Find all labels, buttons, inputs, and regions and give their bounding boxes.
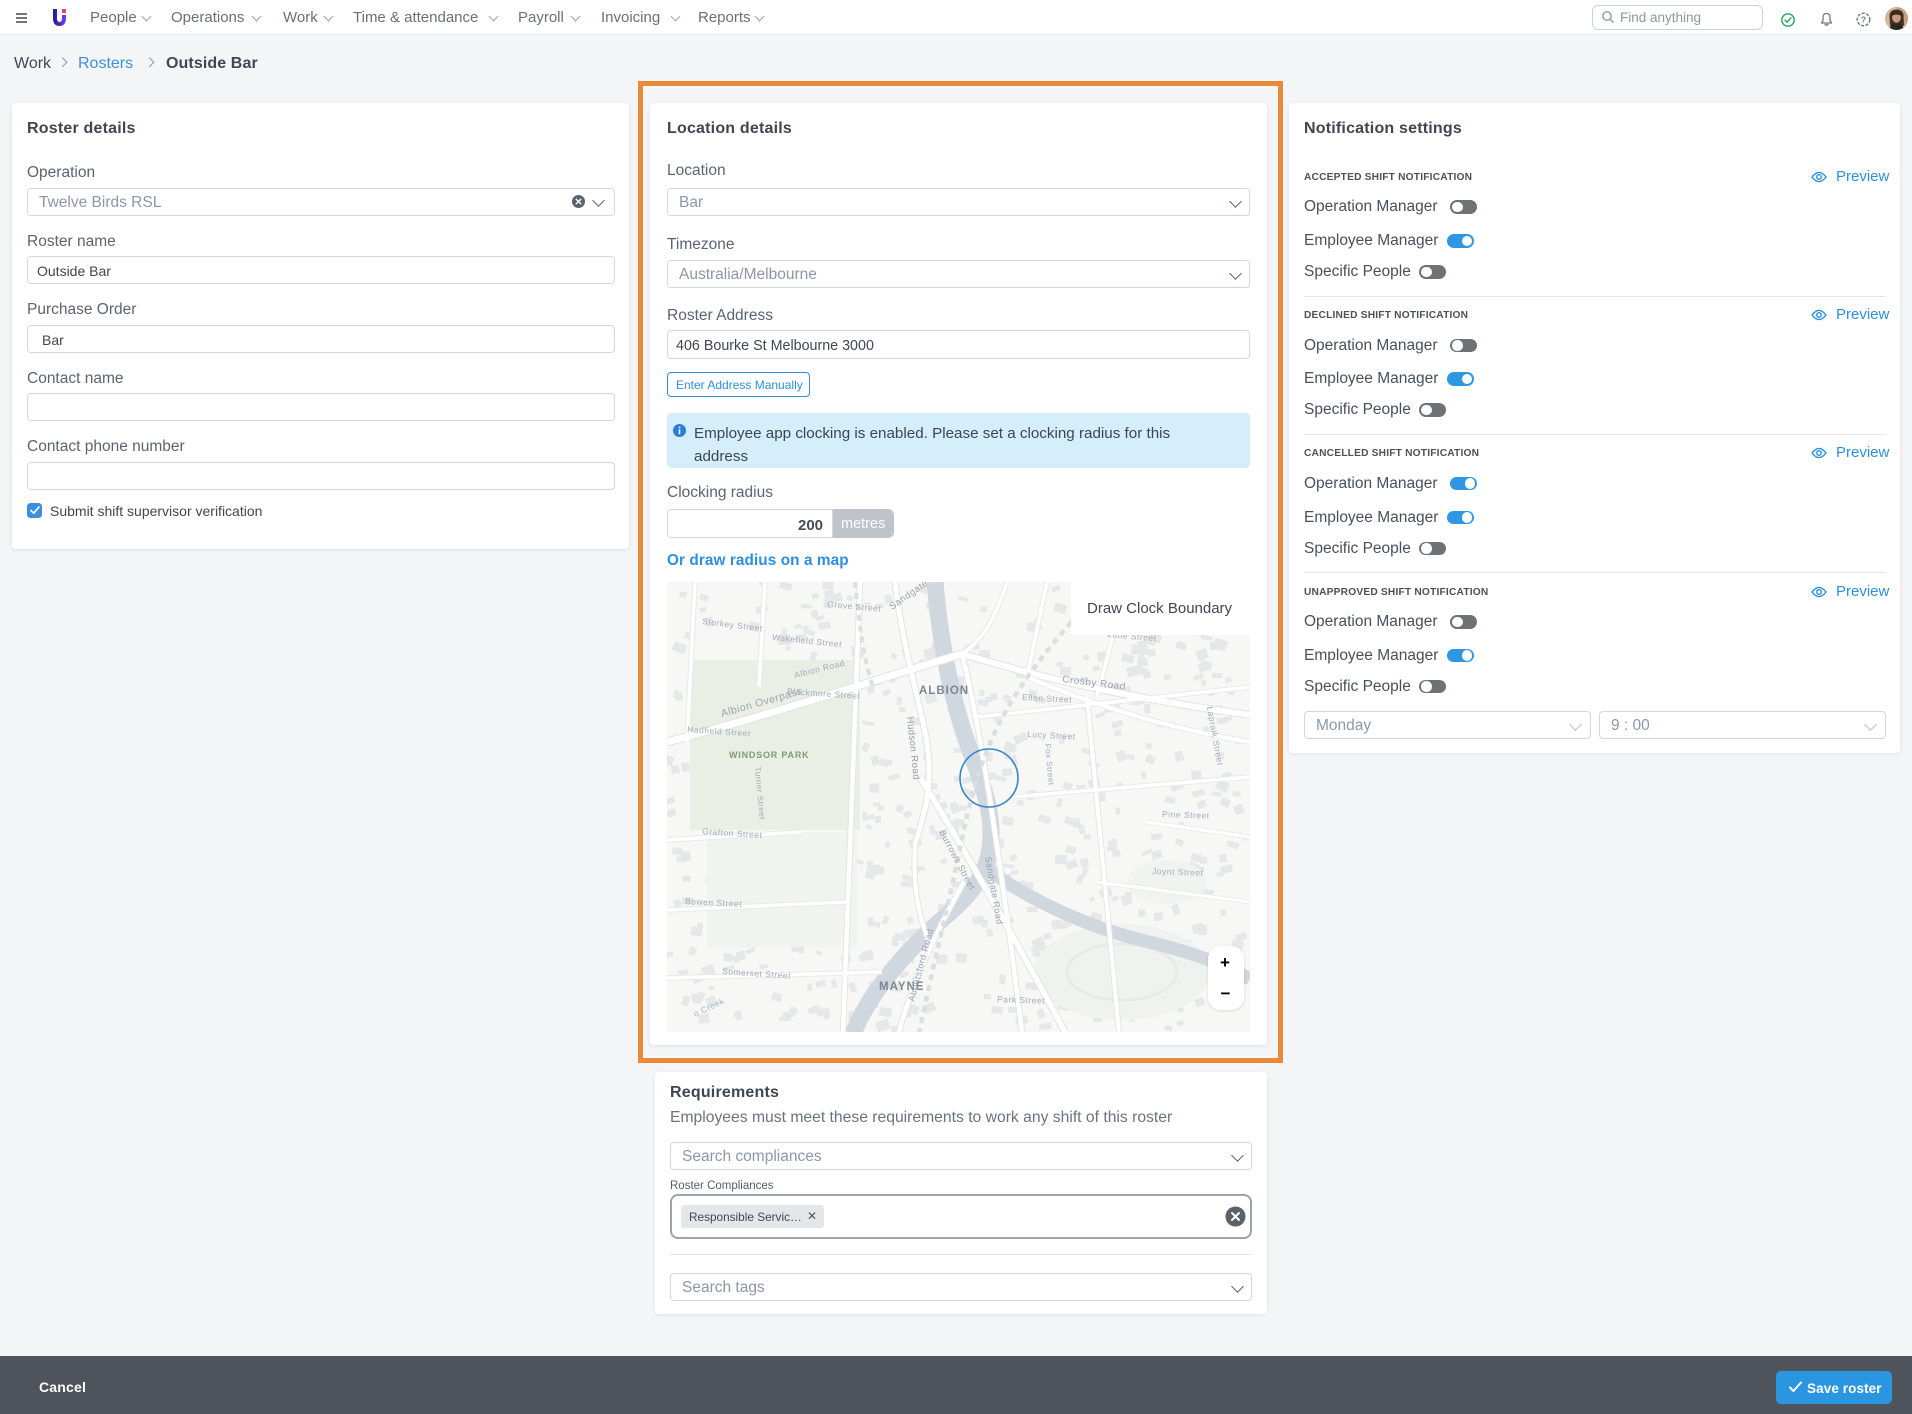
svg-text:WINDSOR PARK: WINDSOR PARK xyxy=(729,750,809,760)
svg-text:?: ? xyxy=(1860,15,1865,25)
svg-text:Joynt Street: Joynt Street xyxy=(1152,866,1204,878)
svg-text:Pine Street: Pine Street xyxy=(1162,809,1210,821)
svg-text:ALBION: ALBION xyxy=(919,685,969,697)
svg-text:Park Street: Park Street xyxy=(997,994,1045,1006)
